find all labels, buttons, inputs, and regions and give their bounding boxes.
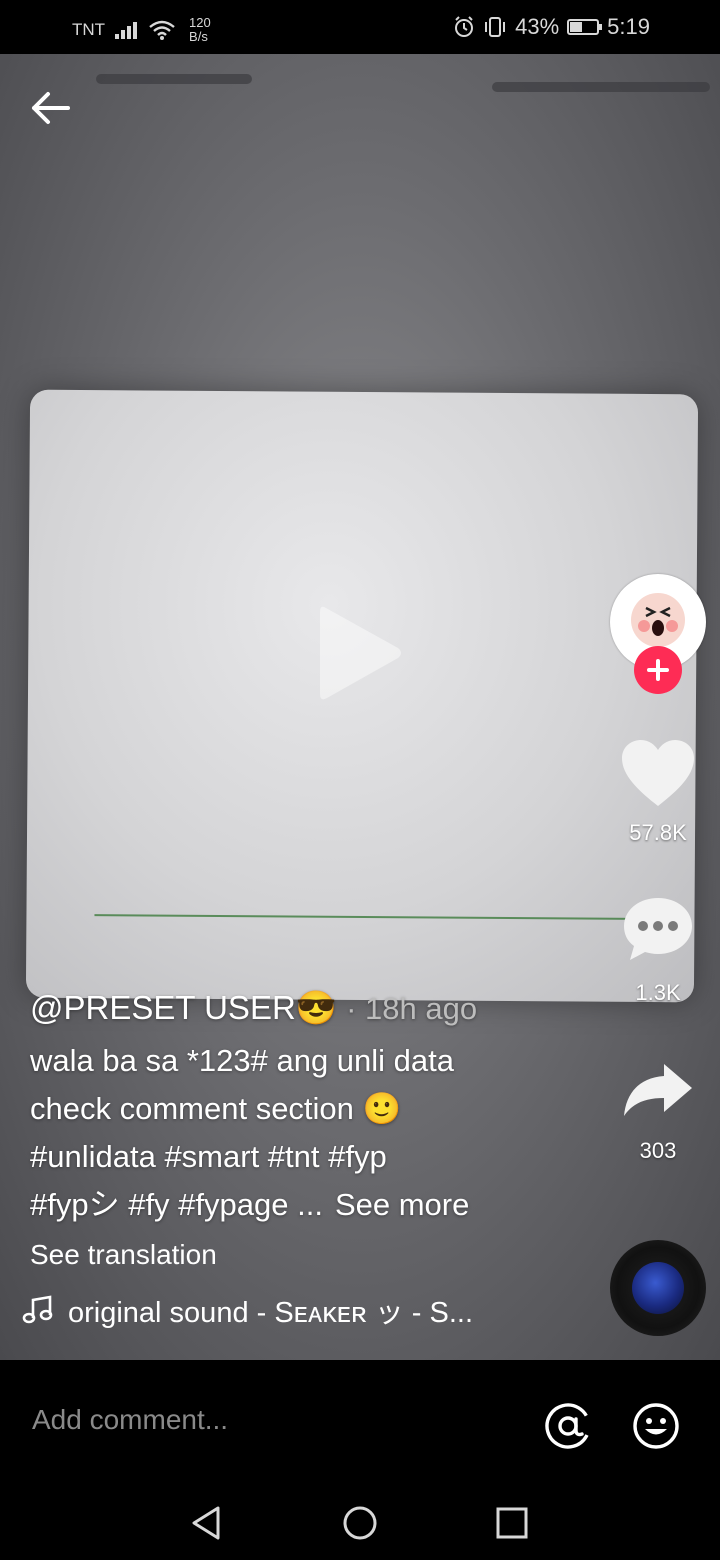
nav-home-icon[interactable] — [335, 1498, 385, 1548]
status-bar: TNT 120 B/s 43% 5:19 — [0, 0, 720, 54]
status-left: TNT 120 B/s — [72, 16, 211, 44]
video-scene-mark — [96, 74, 252, 84]
net-speed: 120 B/s — [189, 16, 211, 44]
play-icon[interactable] — [320, 600, 404, 706]
music-disc[interactable] — [610, 1240, 706, 1336]
caption-line: check comment section 🙂 — [30, 1091, 402, 1126]
sound-name[interactable]: original sound - Sᴇᴀᴋᴇʀ ッ - S... — [68, 1289, 473, 1331]
video-scene-line — [94, 914, 635, 920]
caption-line[interactable]: #unlidata #smart #tnt #fyp — [30, 1133, 590, 1181]
add-comment-input[interactable]: Add comment... — [32, 1404, 228, 1436]
see-more-link[interactable]: See more — [335, 1187, 469, 1222]
author-line: @PRESET USER😎 · 18h ago — [30, 986, 590, 1031]
nav-back-icon[interactable] — [182, 1498, 232, 1548]
caption-area: @PRESET USER😎 · 18h ago wala ba sa *123#… — [22, 986, 590, 1331]
comment-count: 1.3K — [635, 980, 681, 1005]
video-scene-mark — [492, 82, 710, 92]
comment-bar: Add comment... — [0, 1360, 720, 1490]
author-username[interactable]: @PRESET USER😎 — [30, 989, 337, 1026]
post-time: · 18h ago — [346, 991, 478, 1026]
like-count: 57.8K — [629, 820, 687, 845]
alarm-icon — [455, 16, 474, 37]
wifi-icon — [149, 20, 175, 40]
battery-icon — [567, 19, 603, 35]
carrier-label: TNT — [72, 20, 106, 39]
heart-icon[interactable] — [622, 740, 694, 810]
vibrate-icon — [485, 17, 506, 37]
back-arrow-icon[interactable] — [28, 86, 72, 130]
sound-line[interactable]: original sound - Sᴇᴀᴋᴇʀ ッ - S... — [22, 1289, 590, 1331]
battery-fill — [570, 22, 583, 32]
caption: wala ba sa *123# ang unli data check com… — [30, 1037, 590, 1229]
clock: 5:19 — [607, 14, 650, 39]
net-speed-unit: B/s — [189, 29, 208, 44]
emoji-icon[interactable] — [632, 1402, 680, 1450]
plus-icon — [647, 659, 669, 681]
battery-percent: 43% — [515, 14, 560, 39]
follow-button[interactable] — [634, 646, 682, 694]
net-speed-value: 120 — [189, 15, 211, 30]
comment-icon[interactable] — [622, 896, 694, 962]
caption-last-line: #fypシ #fy #fypage ... See more — [30, 1181, 590, 1229]
signal-icon — [115, 22, 138, 39]
music-disc-cover — [632, 1262, 684, 1314]
mention-icon[interactable] — [544, 1402, 592, 1450]
system-nav-bar — [0, 1490, 720, 1560]
caption-line: wala ba sa *123# ang unli data — [30, 1043, 454, 1078]
nav-recents-icon[interactable] — [487, 1498, 537, 1548]
share-count: 303 — [639, 1138, 677, 1163]
see-translation-link[interactable]: See translation — [30, 1235, 590, 1275]
music-note-icon — [22, 1295, 53, 1324]
status-right: 43% 5:19 — [453, 14, 650, 40]
share-icon[interactable] — [622, 1062, 694, 1118]
caption-line[interactable]: #fypシ #fy #fypage ... — [30, 1187, 323, 1222]
